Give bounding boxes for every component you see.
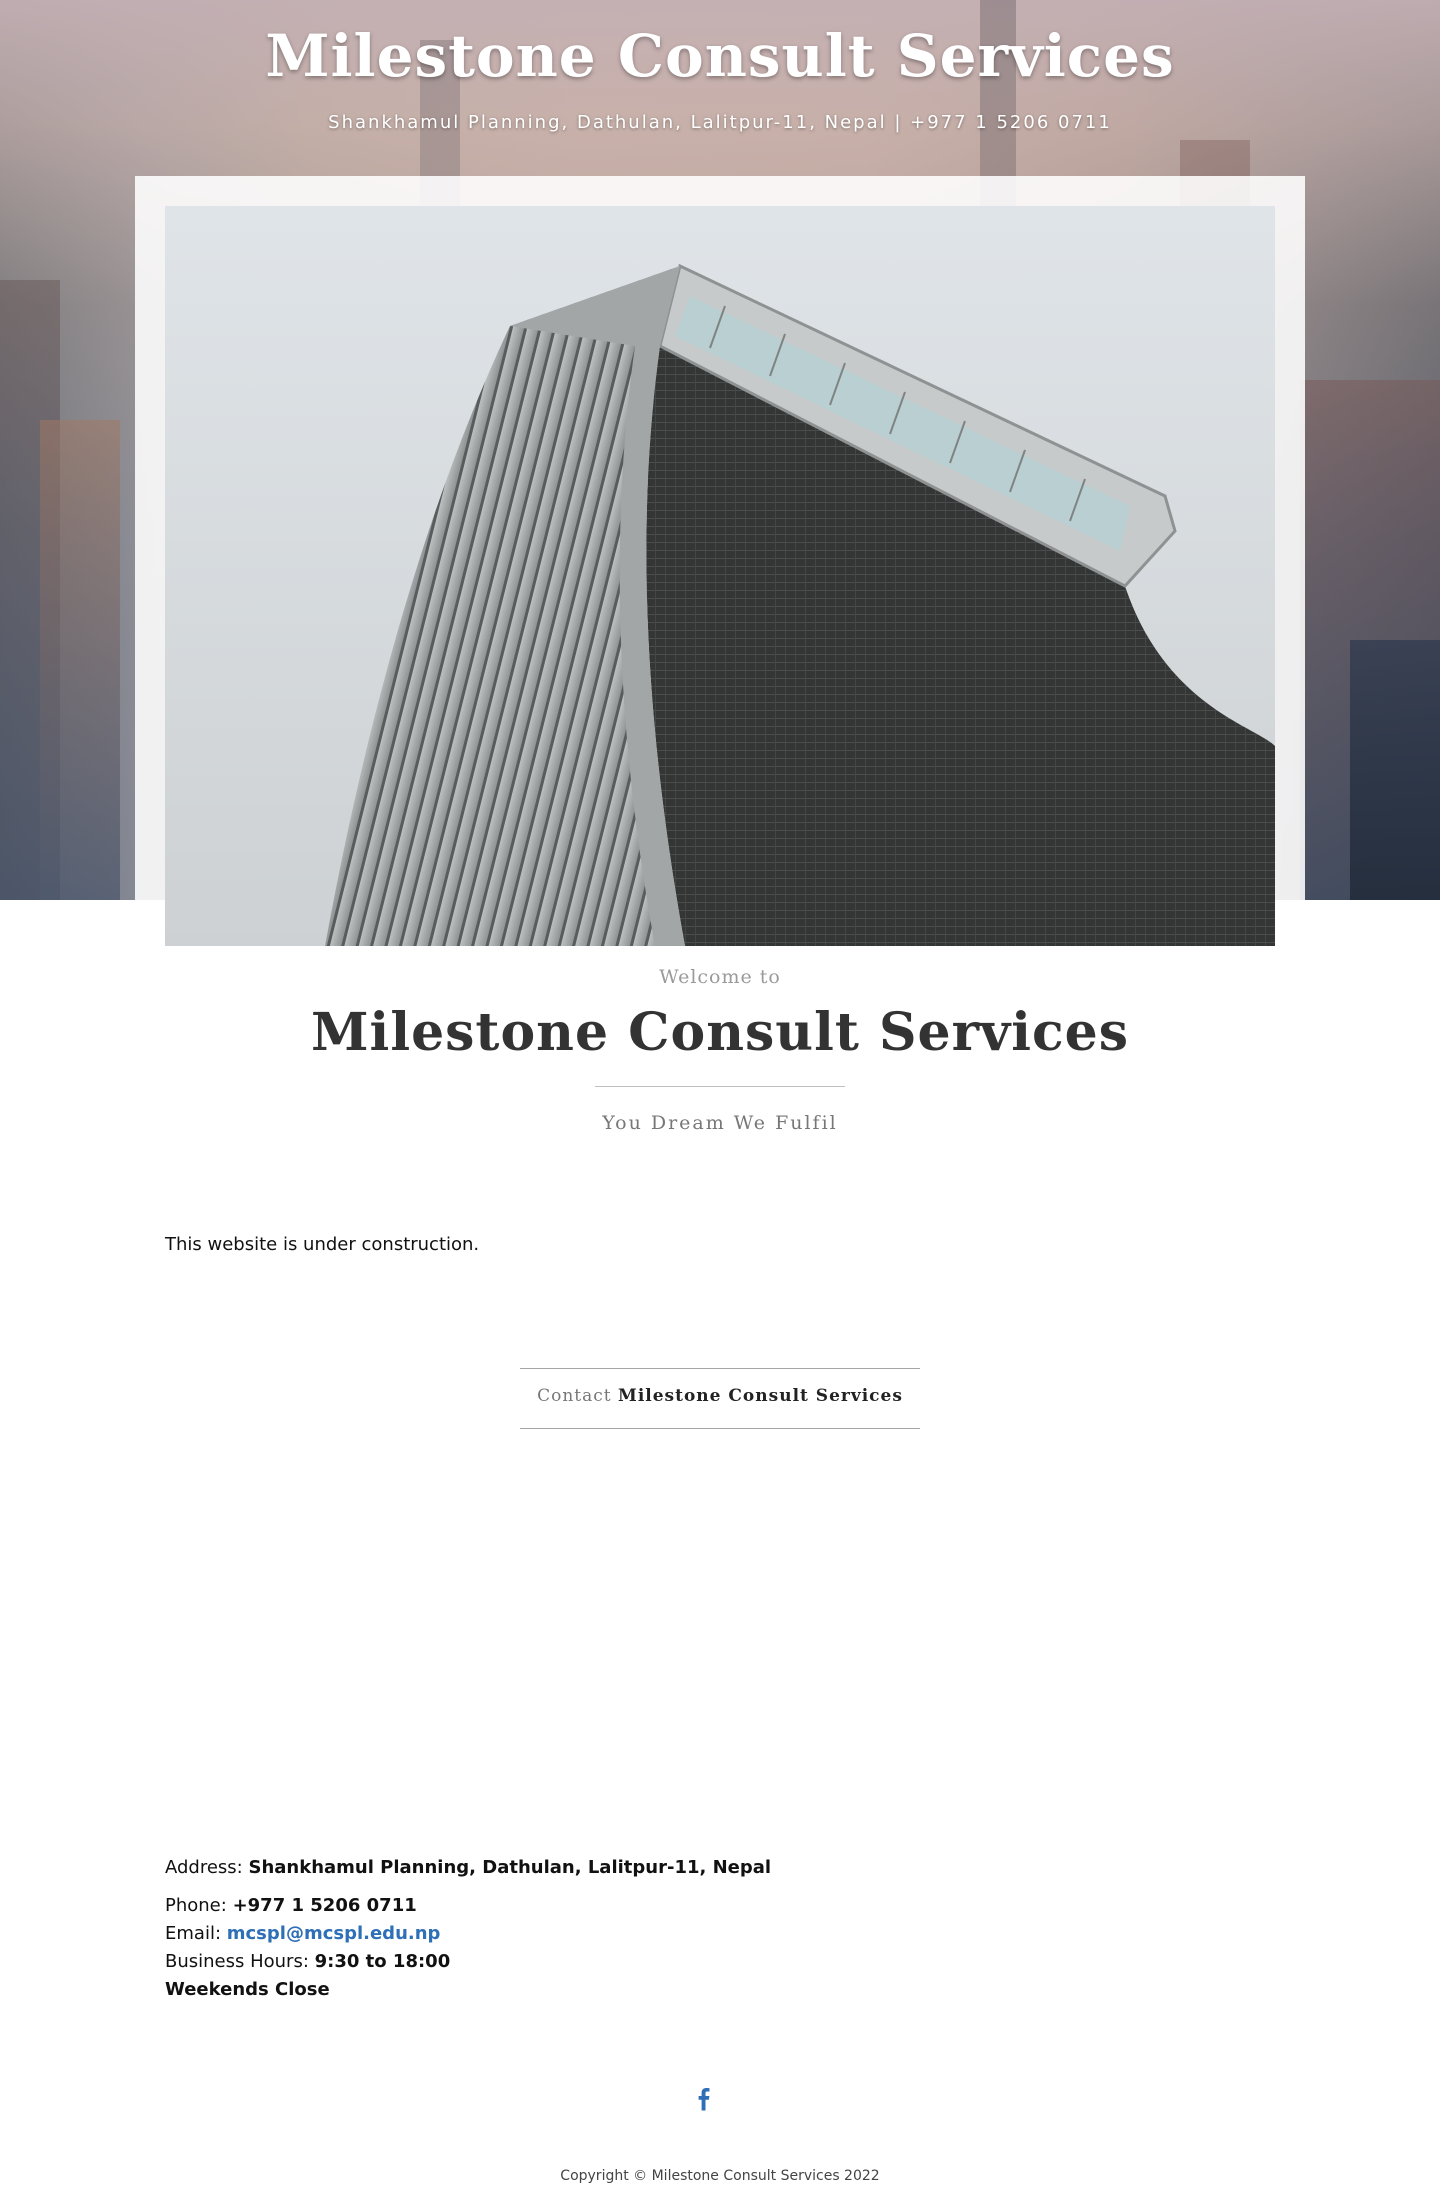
welcome-intro: Welcome to [659, 966, 781, 988]
contact-heading-prefix: Contact [537, 1386, 612, 1406]
contact-divider-bottom [520, 1428, 920, 1429]
phone-label: Phone: [165, 1895, 227, 1916]
contact-heading-name: Milestone Consult Services [618, 1386, 903, 1406]
city-building-shape [40, 420, 120, 900]
hours-value: 9:30 to 18:00 [314, 1951, 451, 1972]
site-title[interactable]: Milestone Consult Services [0, 22, 1440, 90]
contact-heading: Contact Milestone Consult Services [0, 1386, 1440, 1406]
welcome-title: Milestone Consult Services [311, 1002, 1129, 1063]
construction-notice: This website is under construction. [165, 1234, 480, 1255]
email-label: Email: [165, 1923, 222, 1944]
hours-line: Business Hours: 9:30 to 18:00 [165, 1948, 450, 1976]
address-value: Shankhamul Planning, Dathulan, Lalitpur-… [248, 1857, 772, 1878]
welcome-divider [595, 1086, 845, 1087]
address-label: Address: [165, 1857, 243, 1878]
hours-label: Business Hours: [165, 1951, 309, 1972]
facebook-icon[interactable] [694, 2086, 718, 2116]
facebook-icon-glyph [698, 2088, 710, 2111]
city-building-shape [1350, 640, 1440, 900]
email-link[interactable]: mcspl@mcspl.edu.np [227, 1923, 441, 1944]
contact-details: Phone: +977 1 5206 0711 Email: mcspl@mcs… [165, 1892, 450, 2004]
email-line: Email: mcspl@mcspl.edu.np [165, 1920, 450, 1948]
skyscraper-illustration [165, 206, 1275, 946]
address-line: Address: Shankhamul Planning, Dathulan, … [165, 1854, 771, 1882]
site-subtitle: Shankhamul Planning, Dathulan, Lalitpur-… [328, 112, 1112, 133]
phone-line: Phone: +977 1 5206 0711 [165, 1892, 450, 1920]
phone-value: +977 1 5206 0711 [232, 1895, 417, 1916]
weekend-line: Weekends Close [165, 1976, 450, 2004]
weekend-note: Weekends Close [165, 1979, 330, 2000]
copyright: Copyright © Milestone Consult Services 2… [560, 2168, 880, 2184]
tagline: You Dream We Fulfil [602, 1112, 838, 1134]
feature-image [165, 206, 1275, 946]
contact-divider-top [520, 1368, 920, 1369]
